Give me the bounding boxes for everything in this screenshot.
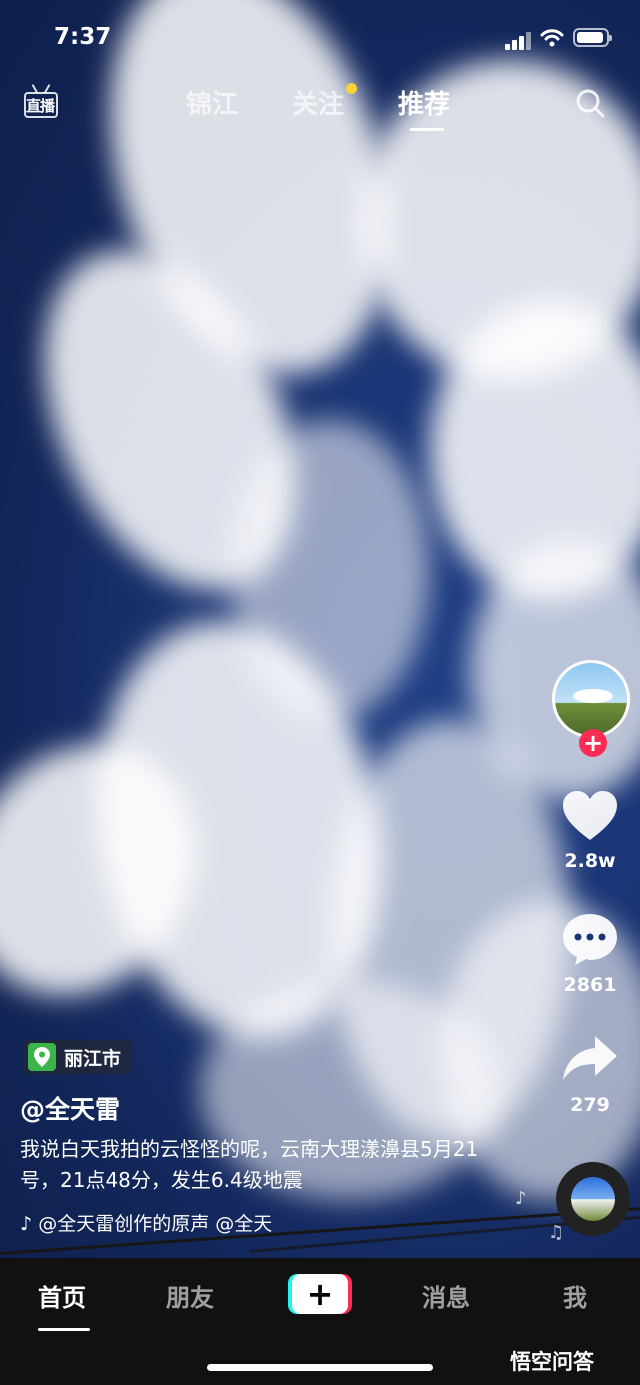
status-time: 7:37 bbox=[54, 24, 112, 50]
app-screen: 7:37 直播 锦江 关注 推荐 + 2.8w 2861 279 丽江市 @全天… bbox=[0, 0, 640, 1385]
music-note-icon: ♪ bbox=[515, 1188, 527, 1209]
share-count: 279 bbox=[570, 1094, 610, 1116]
tab-friends[interactable]: 朋友 bbox=[166, 1278, 214, 1313]
location-pin-icon bbox=[28, 1043, 56, 1071]
location-tag[interactable]: 丽江市 bbox=[24, 1040, 132, 1074]
live-label: 直播 bbox=[26, 97, 55, 115]
like-count: 2.8w bbox=[564, 850, 616, 872]
live-button[interactable]: 直播 bbox=[24, 84, 62, 118]
comment-count: 2861 bbox=[563, 974, 617, 996]
top-nav: 直播 锦江 关注 推荐 bbox=[0, 80, 640, 131]
author-name[interactable]: @全天雷 bbox=[20, 1090, 120, 1126]
music-disc[interactable] bbox=[556, 1162, 630, 1236]
search-icon[interactable] bbox=[575, 88, 605, 118]
create-plus-icon: + bbox=[292, 1274, 348, 1314]
wifi-icon bbox=[540, 29, 564, 47]
watermark: 悟空问答 bbox=[510, 1350, 594, 1374]
share-button[interactable]: 279 bbox=[540, 1034, 640, 1116]
like-button[interactable]: 2.8w bbox=[540, 790, 640, 872]
create-button[interactable]: + bbox=[288, 1274, 352, 1314]
follow-button[interactable]: + bbox=[579, 729, 607, 757]
bottom-nav: 首页 朋友 + 消息 我 悟空问答 bbox=[0, 1258, 640, 1385]
tab-following[interactable]: 关注 bbox=[292, 84, 344, 121]
tab-home[interactable]: 首页 bbox=[38, 1278, 86, 1313]
signal-icon bbox=[505, 30, 531, 50]
battery-icon bbox=[573, 28, 612, 47]
heart-icon bbox=[563, 791, 617, 840]
share-icon bbox=[563, 1036, 617, 1080]
location-name: 丽江市 bbox=[64, 1047, 122, 1070]
plus-icon: + bbox=[582, 729, 604, 757]
active-bottom-tab-indicator bbox=[38, 1328, 90, 1331]
video-description: 我说白天我拍的云怪怪的呢，云南大理漾濞县5月21号，21点48分，发生6.4级地… bbox=[20, 1137, 479, 1192]
creator-avatar[interactable] bbox=[552, 660, 630, 738]
tab-recommended[interactable]: 推荐 bbox=[398, 84, 450, 121]
music-note-icon: ♫ bbox=[548, 1222, 565, 1243]
comment-icon bbox=[563, 914, 617, 965]
music-title: @全天雷创作的原声 @全天 bbox=[38, 1213, 273, 1235]
tab-jinjiang[interactable]: 锦江 bbox=[186, 84, 238, 121]
music-row[interactable]: ♪ @全天雷创作的原声 @全天 bbox=[20, 1209, 340, 1236]
comment-button[interactable]: 2861 bbox=[540, 912, 640, 996]
notification-dot bbox=[346, 83, 357, 94]
home-indicator[interactable] bbox=[207, 1364, 433, 1371]
active-tab-indicator bbox=[410, 128, 444, 131]
music-note-icon: ♪ bbox=[20, 1213, 33, 1235]
tab-me[interactable]: 我 bbox=[563, 1278, 587, 1313]
tab-messages[interactable]: 消息 bbox=[422, 1278, 470, 1313]
status-bar: 7:37 bbox=[0, 0, 640, 76]
